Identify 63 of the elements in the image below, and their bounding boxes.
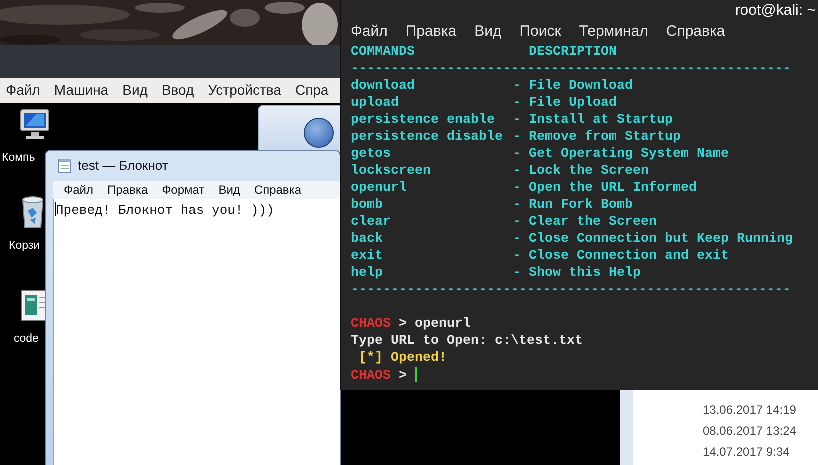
command-description: - Install at Startup	[513, 113, 673, 128]
menu-item[interactable]: Поиск	[520, 22, 562, 42]
menu-item[interactable]: Терминал	[579, 22, 648, 42]
menu-item[interactable]: Вид	[122, 78, 148, 103]
command-name: bomb	[351, 197, 384, 214]
command-name: back	[351, 231, 384, 248]
menu-item[interactable]: Файл	[6, 78, 40, 103]
menu-item[interactable]: Файл	[57, 181, 101, 199]
icon-label[interactable]: Компь	[2, 150, 36, 168]
icon-label[interactable]: code	[14, 331, 39, 348]
command-name: upload	[351, 95, 400, 112]
text-area[interactable]: Превед! Блокнот has you! )))	[53, 199, 340, 465]
menu-item[interactable]: Правка	[406, 22, 457, 42]
prompt-symbol: >	[399, 317, 407, 332]
command-name: clear	[351, 214, 392, 231]
icon-label[interactable]: Корзи	[9, 238, 40, 256]
dashed-rule: -------------------------------------------------------	[351, 283, 791, 298]
command-name: getos	[351, 146, 392, 163]
command-description: - Lock the Screen	[513, 164, 649, 179]
command-description: - Clear the Screen	[513, 215, 657, 230]
menu-item[interactable]: Машина	[54, 78, 109, 103]
menu-item[interactable]: Файл	[351, 22, 388, 42]
prompt-label: CHAOS	[351, 369, 391, 384]
command-description: - Run Fork Bomb	[513, 198, 633, 213]
menu-item[interactable]: Справка	[247, 181, 308, 199]
menu-item[interactable]: Вид	[212, 181, 248, 199]
command-description: - Show this Help	[513, 266, 641, 281]
menu-item[interactable]: Правка	[100, 181, 156, 199]
command-description: - File Upload	[513, 96, 617, 111]
command-name: persistence enable	[351, 112, 496, 129]
command-description: - Remove from Startup	[513, 130, 681, 145]
column-header: COMMANDS	[351, 44, 416, 61]
date-cell-text: 08.06.2017 13:24	[702, 423, 798, 440]
prompt-symbol: >	[399, 369, 407, 384]
date-cell-text: 13.06.2017 14:19	[702, 402, 798, 419]
menu-item[interactable]: Устройства	[208, 78, 282, 103]
command-name: download	[351, 78, 416, 95]
command-name: openurl	[351, 180, 408, 197]
date-cell-text: 14.07.2017 9:34	[702, 444, 791, 461]
back-button[interactable]	[304, 118, 334, 148]
dashed-rule: -------------------------------------------------------	[351, 62, 791, 77]
prompt-label: CHAOS	[351, 317, 391, 332]
command-description: - File Download	[513, 79, 633, 94]
command-name: persistence disable	[351, 129, 504, 146]
command-name: help	[351, 265, 384, 282]
menu-item[interactable]: Формат	[155, 181, 212, 199]
menu-item[interactable]: Спра	[295, 78, 329, 103]
output-line: Type URL to Open: c:\test.txt	[351, 334, 583, 349]
menu-item[interactable]: Вид	[474, 22, 502, 42]
menu-item[interactable]: Справка	[666, 22, 726, 42]
typed-command: openurl	[415, 317, 471, 332]
command-description: - Close Connection and exit	[513, 249, 729, 264]
command-description: - Close Connection but Keep Running	[513, 232, 793, 247]
column-header: DESCRIPTION	[528, 45, 617, 60]
status-message: [*] Opened!	[358, 351, 447, 366]
command-name: lockscreen	[351, 163, 432, 180]
command-description: - Open the URL Informed	[513, 181, 697, 196]
command-name: exit	[351, 248, 384, 265]
command-description: - Get Operating System Name	[513, 147, 729, 162]
window-title: test — Блокнот	[78, 157, 168, 176]
window-title: root@kali: ~	[735, 1, 816, 21]
menu-item[interactable]: Ввод	[162, 78, 194, 103]
notepad-icon	[58, 158, 72, 174]
